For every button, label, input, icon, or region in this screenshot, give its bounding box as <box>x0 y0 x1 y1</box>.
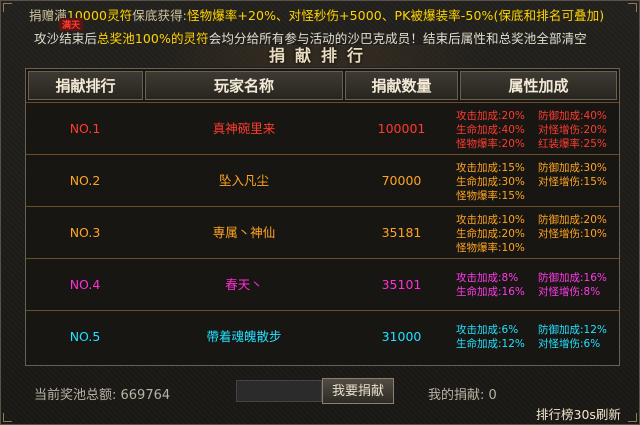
rank-cell: NO.4 <box>69 277 101 292</box>
attribute-bonus: 生命加成:12% <box>456 338 525 350</box>
attribute-bonus: 防御加成:16% <box>538 272 607 284</box>
attribute-bonus: 生命加成:16% <box>456 286 525 298</box>
amount-cell: 100001 <box>377 121 426 136</box>
ranking-title: 捐献排行 <box>268 46 373 65</box>
notice-mid: 保底获得: <box>132 8 187 23</box>
player-name-cell: 坠入凡尘 <box>218 173 269 188</box>
attribute-bonus: 防御加成:40% <box>538 110 607 122</box>
player-name-cell: 春天丶 <box>225 277 263 292</box>
attribute-bonus: 攻击加成:6% <box>456 324 519 336</box>
player-name-cell: 帶着魂魄散步 <box>206 329 282 344</box>
rank-cell: NO.3 <box>69 225 101 240</box>
attribute-bonus: 防御加成:20% <box>538 214 607 226</box>
my-donation: 我的捐献: 0 <box>428 388 497 403</box>
attribute-bonus: 怪物爆率:15% <box>456 190 525 202</box>
attribute-bonus: 对怪增伤:20% <box>538 124 607 136</box>
reward-notice-line1: 捐赠满10000灵符保底获得:怪物爆率+20%、对怪秒伤+5000、PK被爆装率… <box>29 5 604 24</box>
attribute-bonus: 对怪增伤:8% <box>538 286 601 298</box>
header-rank: 捐献排行 <box>28 71 143 100</box>
header-amount: 捐献数量 <box>345 71 458 100</box>
corner-ornament <box>3 3 12 12</box>
amount-cell: 70000 <box>381 173 422 188</box>
donate-button[interactable]: 我要捐献 <box>322 378 394 404</box>
attribute-bonus: 对怪增伤:15% <box>538 176 607 188</box>
amount-cell: 31000 <box>381 329 422 344</box>
notice-rewards: 怪物爆率+20%、对怪秒伤+5000、PK被爆装率-50%(保底和排名可叠加) <box>187 8 605 23</box>
attribute-bonus: 生命加成:40% <box>456 124 525 136</box>
ranking-table: 捐献排行 玩家名称 捐献数量 属性加成 NO.1 真神碗里来 100001 攻击加成:… <box>25 68 620 366</box>
amount-cell: 35181 <box>381 225 422 240</box>
table-row: NO.4 春天丶 35101 攻击加成:8% 防御加成:16% 生命加成:16% 对怪增伤:… <box>26 258 619 311</box>
corner-ornament <box>3 413 12 422</box>
attribute-bonus: 攻击加成:10% <box>456 214 525 226</box>
table-row: NO.1 真神碗里来 100001 攻击加成:20% 防御加成:40% 生命加成:40% 对… <box>26 102 619 155</box>
pool-total: 当前奖池总额: 669764 <box>34 388 171 403</box>
attribute-bonus: 攻击加成:15% <box>456 162 525 174</box>
amount-cell: 35101 <box>381 277 422 292</box>
rank-cell: NO.1 <box>69 121 101 136</box>
attribute-bonus: 防御加成:30% <box>538 162 607 174</box>
attribute-bonus: 对怪增伤:6% <box>538 338 601 350</box>
refresh-note: 排行榜30s刷新 <box>536 407 621 422</box>
attribute-bonus: 攻击加成:20% <box>456 110 525 122</box>
attribute-bonus: 生命加成:30% <box>456 176 525 188</box>
player-name-cell: 専属丶神仙 <box>212 225 276 240</box>
table-row: NO.5 帶着魂魄散步 31000 攻击加成:6% 防御加成:12% 生命加成:12% 对怪… <box>26 310 619 363</box>
header-attributes: 属性加成 <box>460 71 617 100</box>
donation-amount-input[interactable] <box>236 380 322 402</box>
attribute-bonus: 对怪增伤:10% <box>538 228 607 240</box>
notice-line2-b: 总奖池100%的灵符 <box>97 31 209 46</box>
attribute-bonus: 怪物爆率:20% <box>456 138 525 150</box>
ranking-title-bar: 捐献排行 <box>151 45 491 67</box>
table-row: NO.3 専属丶神仙 35181 攻击加成:10% 防御加成:20% 生命加成:20% 对怪… <box>26 206 619 259</box>
attribute-bonus: 生命加成:20% <box>456 228 525 240</box>
rank-cell: NO.2 <box>69 173 101 188</box>
notice-line2-c: 会均分给所有参与活动的沙巴克成员！结束后属性和总奖池全部清空 <box>208 31 587 46</box>
header-player-name: 玩家名称 <box>145 71 343 100</box>
attribute-bonus: 防御加成:12% <box>538 324 607 336</box>
corner-ornament <box>628 413 637 422</box>
corner-ornament <box>628 3 637 12</box>
donation-ranking-panel: 捐赠满10000灵符保底获得:怪物爆率+20%、对怪秒伤+5000、PK被爆装率… <box>0 0 640 425</box>
table-header: 捐献排行 玩家名称 捐献数量 属性加成 <box>26 69 619 102</box>
table-row: NO.2 坠入凡尘 70000 攻击加成:15% 防御加成:30% 生命加成:30% 对怪增… <box>26 154 619 207</box>
rank-cell: NO.5 <box>69 329 101 344</box>
attribute-bonus: 攻击加成:8% <box>456 272 519 284</box>
attribute-bonus: 怪物爆率:10% <box>456 242 525 254</box>
attribute-bonus: 红装爆率:25% <box>538 138 607 150</box>
notice-line2-a: 攻沙结束后 <box>34 31 98 46</box>
player-name-cell: 真神碗里来 <box>212 121 276 136</box>
